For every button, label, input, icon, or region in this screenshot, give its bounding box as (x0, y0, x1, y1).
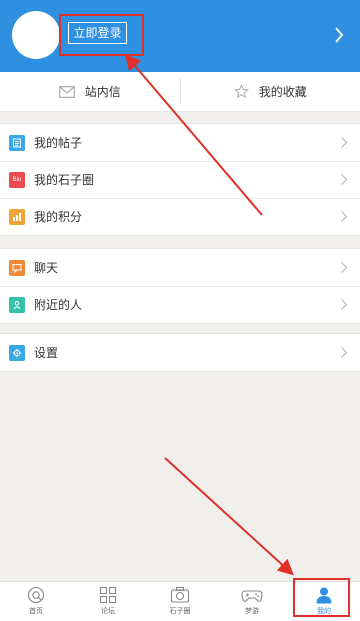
menu-item-label: 我的积分 (34, 210, 83, 224)
tab-label: 论坛 (101, 607, 115, 615)
tab-label: 我的 (317, 607, 331, 615)
chevron-right-icon (341, 347, 348, 358)
biu-icon: Biu (9, 171, 25, 188)
menu-item-my-points[interactable]: 我的积分 (0, 198, 360, 235)
points-icon (9, 208, 25, 225)
avatar[interactable] (12, 11, 60, 59)
profile-icon (316, 587, 332, 604)
tab-games[interactable]: 梦游 (216, 582, 288, 621)
tab-label: 石子圈 (169, 607, 191, 615)
menu-item-my-posts[interactable]: 我的帖子 (0, 124, 360, 161)
menu-group-social: 聊天 附近的人 (0, 248, 360, 324)
menu-item-label: 附近的人 (34, 298, 83, 312)
chevron-right-icon (341, 299, 348, 310)
annotation-arrow-to-mine-tab (164, 457, 294, 576)
home-icon (27, 586, 45, 604)
chevron-right-icon (341, 262, 348, 273)
forum-grid-icon (99, 586, 117, 604)
chevron-right-icon[interactable] (334, 26, 344, 44)
chevron-right-icon (341, 174, 348, 185)
chevron-right-icon (341, 137, 348, 148)
nearby-person-icon (9, 296, 25, 313)
menu-item-label: 聊天 (34, 261, 59, 275)
gear-icon (9, 344, 25, 361)
tab-label: 梦游 (245, 607, 259, 615)
tab-label: 首页 (29, 607, 43, 615)
favorites-label: 我的收藏 (258, 85, 307, 99)
camera-icon (170, 586, 190, 603)
menu-item-label: 我的石子圈 (34, 173, 95, 187)
inbox-label: 站内信 (84, 85, 121, 99)
menu-item-settings[interactable]: 设置 (0, 334, 360, 371)
biu-icon-text: Biu (12, 176, 22, 183)
menu-item-label: 我的帖子 (34, 136, 83, 150)
envelope-icon (58, 85, 75, 98)
tab-home[interactable]: 首页 (0, 582, 72, 621)
menu-group-posts: 我的帖子 Biu 我的石子圈 我的积分 (0, 123, 360, 236)
menu-item-nearby-people[interactable]: 附近的人 (0, 286, 360, 323)
gamepad-icon (241, 590, 263, 602)
menu-item-label: 设置 (34, 346, 59, 360)
quick-actions: 站内信 我的收藏 (0, 72, 360, 112)
menu-item-chat[interactable]: 聊天 (0, 249, 360, 286)
tab-stone-circle[interactable]: 石子圈 (144, 582, 216, 621)
chevron-right-icon (341, 211, 348, 222)
menu-item-my-circle[interactable]: Biu 我的石子圈 (0, 161, 360, 198)
chat-icon (9, 259, 25, 276)
profile-header: 立即登录 (0, 0, 360, 72)
tab-forum[interactable]: 论坛 (72, 582, 144, 621)
inbox-button[interactable]: 站内信 (0, 72, 180, 111)
star-icon (233, 84, 249, 99)
bottom-tab-bar: 首页 论坛 石子圈 梦游 我的 (0, 581, 360, 621)
login-button[interactable]: 立即登录 (68, 22, 127, 44)
document-icon (9, 134, 25, 151)
favorites-button[interactable]: 我的收藏 (181, 72, 360, 111)
menu-group-settings: 设置 (0, 333, 360, 372)
tab-mine[interactable]: 我的 (288, 582, 360, 621)
